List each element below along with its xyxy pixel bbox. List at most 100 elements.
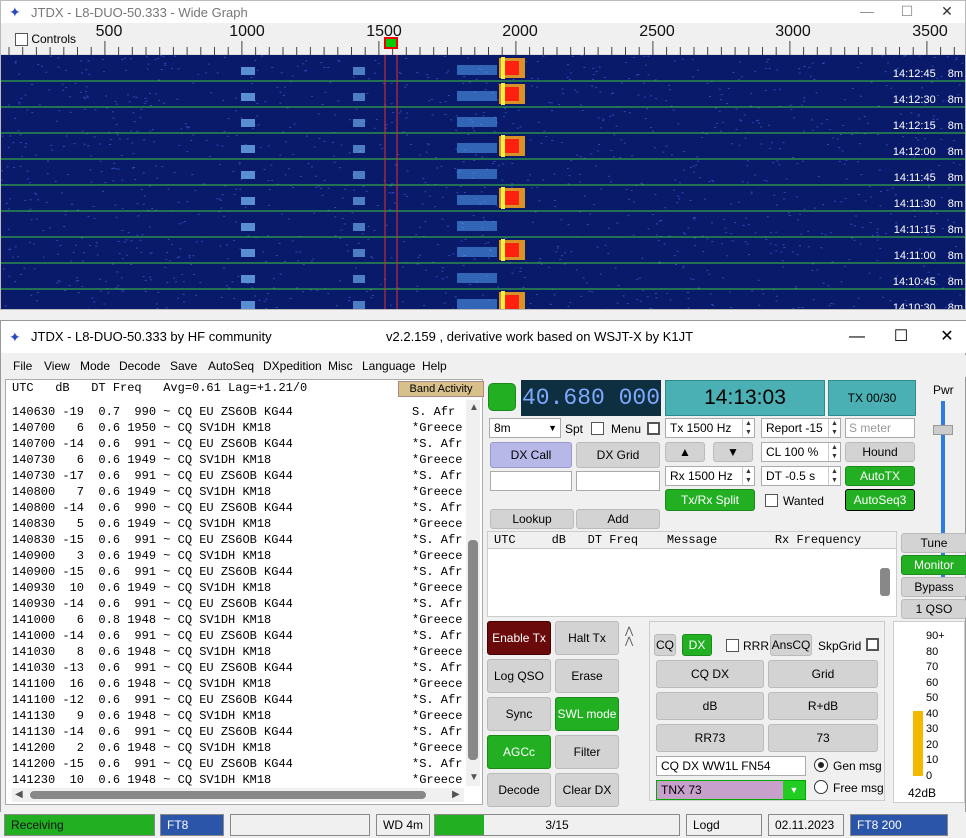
scroll-up-icon[interactable]: ▲ (469, 402, 479, 413)
menu-help[interactable]: Help (422, 359, 447, 373)
spin-arrows-icon[interactable]: ▲ ▼ (828, 443, 840, 461)
hound-button[interactable]: Hound (845, 442, 915, 462)
chevron-down-icon[interactable]: ▼ (783, 781, 805, 799)
decode-row[interactable]: 140700 6 0.6 1950 ~ CQ SV1DH KM18 *Greece (12, 420, 468, 436)
minimize-icon[interactable]: — (847, 1, 887, 23)
dx-call-button[interactable]: DX Call (490, 442, 572, 468)
clear-dx-button[interactable]: Clear DX (555, 773, 619, 807)
dx-grid-input[interactable] (576, 471, 660, 491)
spt-checkbox[interactable] (591, 422, 604, 435)
anscq-button[interactable]: AnsCQ (770, 634, 812, 656)
monitor-button[interactable]: Monitor (901, 555, 966, 575)
wide-graph-titlebar[interactable]: ✦ JTDX - L8-DUO-50.333 - Wide Graph (1, 1, 965, 23)
menu-file[interactable]: File (13, 359, 32, 373)
txrx-split-button[interactable]: Tx/Rx Split (665, 489, 755, 511)
rrr-checkbox[interactable] (726, 639, 739, 652)
rx-message-list[interactable] (488, 548, 896, 616)
menu-misc[interactable]: Misc (328, 359, 353, 373)
decode-button[interactable]: Decode (487, 773, 551, 807)
tab-arrows-icon[interactable]: ⋀ ⋀ (625, 627, 633, 647)
cl-spinbox[interactable]: CL 100 % ▲ ▼ (761, 442, 841, 462)
free-message-select[interactable]: TNX 73 ▼ (656, 780, 806, 800)
73-button[interactable]: 73 (768, 724, 878, 752)
filter-button[interactable]: Filter (555, 735, 619, 769)
tx-freq-marker[interactable] (384, 37, 398, 49)
scrollbar-thumb[interactable] (468, 540, 478, 760)
cq-dx-button[interactable]: CQ DX (656, 660, 764, 688)
halt-tx-button[interactable]: Halt Tx (555, 621, 619, 655)
h-scrollbar-thumb[interactable] (30, 791, 426, 799)
scroll-down-icon[interactable]: ▼ (469, 772, 479, 783)
db-button[interactable]: dB (656, 692, 764, 720)
cq-button[interactable]: CQ (654, 634, 676, 656)
dial-frequency[interactable]: 40.680 000 (521, 380, 661, 416)
enable-tx-button[interactable]: Enable Tx (487, 621, 551, 655)
rx-frequency-panel[interactable]: UTC dB DT Freq Message Rx Frequency (487, 531, 897, 617)
swl-mode-button[interactable]: SWL mode (555, 697, 619, 731)
decode-row[interactable]: 141200 -15 0.6 991 ~ CQ EU ZS6OB KG44 *S.… (12, 756, 468, 772)
decode-row[interactable]: 140900 -15 0.6 991 ~ CQ EU ZS6OB KG44 *S.… (12, 564, 468, 580)
menu-mode[interactable]: Mode (80, 359, 110, 373)
log-qso-button[interactable]: Log QSO (487, 659, 551, 693)
rx-scrollbar-thumb[interactable] (880, 568, 890, 596)
menu-autoseq[interactable]: AutoSeq (208, 359, 254, 373)
one-qso-button[interactable]: 1 QSO (901, 599, 966, 619)
sync-button[interactable]: Sync (487, 697, 551, 731)
skpgrid-checkbox[interactable] (866, 638, 879, 651)
dx-button[interactable]: DX (682, 634, 712, 656)
maximize-icon[interactable]: ☐ (887, 1, 927, 23)
decode-row[interactable]: 140900 3 0.6 1949 ~ CQ SV1DH KM18 *Greece (12, 548, 468, 564)
menu-language[interactable]: Language (362, 359, 415, 373)
band-select[interactable]: 8m ▼ (489, 418, 561, 438)
bypass-button[interactable]: Bypass (901, 577, 966, 597)
generated-message-field[interactable]: CQ DX WW1L FN54 (656, 756, 806, 776)
tx-period-button[interactable]: TX 00/30 (828, 380, 916, 416)
spin-arrows-icon[interactable]: ▲ ▼ (828, 467, 840, 485)
decode-row[interactable]: 141230 10 0.6 1948 ~ CQ SV1DH KM18 *Greec… (12, 772, 468, 788)
r-db-button[interactable]: R+dB (768, 692, 878, 720)
maximize-icon[interactable]: ☐ (883, 325, 919, 349)
spin-arrows-icon[interactable]: ▲ ▼ (742, 467, 754, 485)
decode-row[interactable]: 140800 -14 0.6 990 ~ CQ EU ZS6OB KG44 *S.… (12, 500, 468, 516)
decode-row[interactable]: 140930 10 0.6 1949 ~ CQ SV1DH KM18 *Greec… (12, 580, 468, 596)
erase-button[interactable]: Erase (555, 659, 619, 693)
wanted-checkbox[interactable] (765, 494, 778, 507)
dx-grid-button[interactable]: DX Grid (576, 442, 660, 468)
menu-dxpedition[interactable]: DXpedition (263, 359, 322, 373)
free-msg-radio[interactable] (814, 780, 828, 794)
decode-row[interactable]: 141000 -14 0.6 991 ~ CQ EU ZS6OB KG44 *S.… (12, 628, 468, 644)
decode-row[interactable]: 141000 6 0.8 1948 ~ CQ SV1DH KM18 *Greece (12, 612, 468, 628)
decode-row[interactable]: 141130 -14 0.6 991 ~ CQ EU ZS6OB KG44 *S.… (12, 724, 468, 740)
freq-up-button[interactable]: ▲ (665, 442, 705, 462)
vertical-scrollbar[interactable]: ▲ ▼ (466, 400, 480, 786)
minimize-icon[interactable]: — (839, 325, 875, 349)
band-activity-panel[interactable]: UTC dB DT Freq Avg=0.61 Lag=+1.21/0 Band… (5, 379, 484, 805)
agcc-button[interactable]: AGCc (487, 735, 551, 769)
decode-row[interactable]: 141130 9 0.6 1948 ~ CQ SV1DH KM18 *Greece (12, 708, 468, 724)
report-spinbox[interactable]: Report -15 ▲ ▼ (761, 418, 841, 438)
rx-freq-spinbox[interactable]: Rx 1500 Hz ▲ ▼ (665, 466, 755, 486)
s-meter-field[interactable]: S meter (845, 418, 915, 438)
decode-row[interactable]: 140630 -19 0.7 990 ~ CQ EU ZS6OB KG44 S. … (12, 404, 468, 420)
spin-arrows-icon[interactable]: ▲ ▼ (828, 419, 840, 437)
decode-row[interactable]: 140730 -17 0.6 991 ~ CQ EU ZS6OB KG44 *S.… (12, 468, 468, 484)
scroll-right-icon[interactable]: ▶ (452, 789, 460, 800)
decode-row[interactable]: 141030 8 0.6 1948 ~ CQ SV1DH KM18 *Greece (12, 644, 468, 660)
decode-row[interactable]: 141030 -13 0.6 991 ~ CQ EU ZS6OB KG44 *S.… (12, 660, 468, 676)
decode-row[interactable]: 140800 7 0.6 1949 ~ CQ SV1DH KM18 *Greece (12, 484, 468, 500)
close-icon[interactable]: ✕ (929, 325, 965, 349)
grid-button[interactable]: Grid (768, 660, 878, 688)
gen-msg-radio[interactable] (814, 758, 828, 772)
band-activity-button[interactable]: Band Activity (398, 381, 484, 397)
dt-spinbox[interactable]: DT -0.5 s ▲ ▼ (761, 466, 841, 486)
waterfall[interactable]: 14:12:45 8m 14:12:30 8m 14:12:15 8m 14:12:00 8m… (1, 55, 965, 309)
menu-checkbox[interactable] (647, 422, 660, 435)
add-button[interactable]: Add (576, 509, 660, 529)
tune-button[interactable]: Tune (901, 533, 966, 553)
menu-save[interactable]: Save (170, 359, 197, 373)
pwr-slider-handle[interactable] (933, 425, 953, 435)
decode-row[interactable]: 140930 -14 0.6 991 ~ CQ EU ZS6OB KG44 *S.… (12, 596, 468, 612)
spin-arrows-icon[interactable]: ▲ ▼ (742, 419, 754, 437)
decode-row[interactable]: 141100 -12 0.6 991 ~ CQ EU ZS6OB KG44 *S.… (12, 692, 468, 708)
decode-row[interactable]: 141100 16 0.6 1948 ~ CQ SV1DH KM18 *Greec… (12, 676, 468, 692)
